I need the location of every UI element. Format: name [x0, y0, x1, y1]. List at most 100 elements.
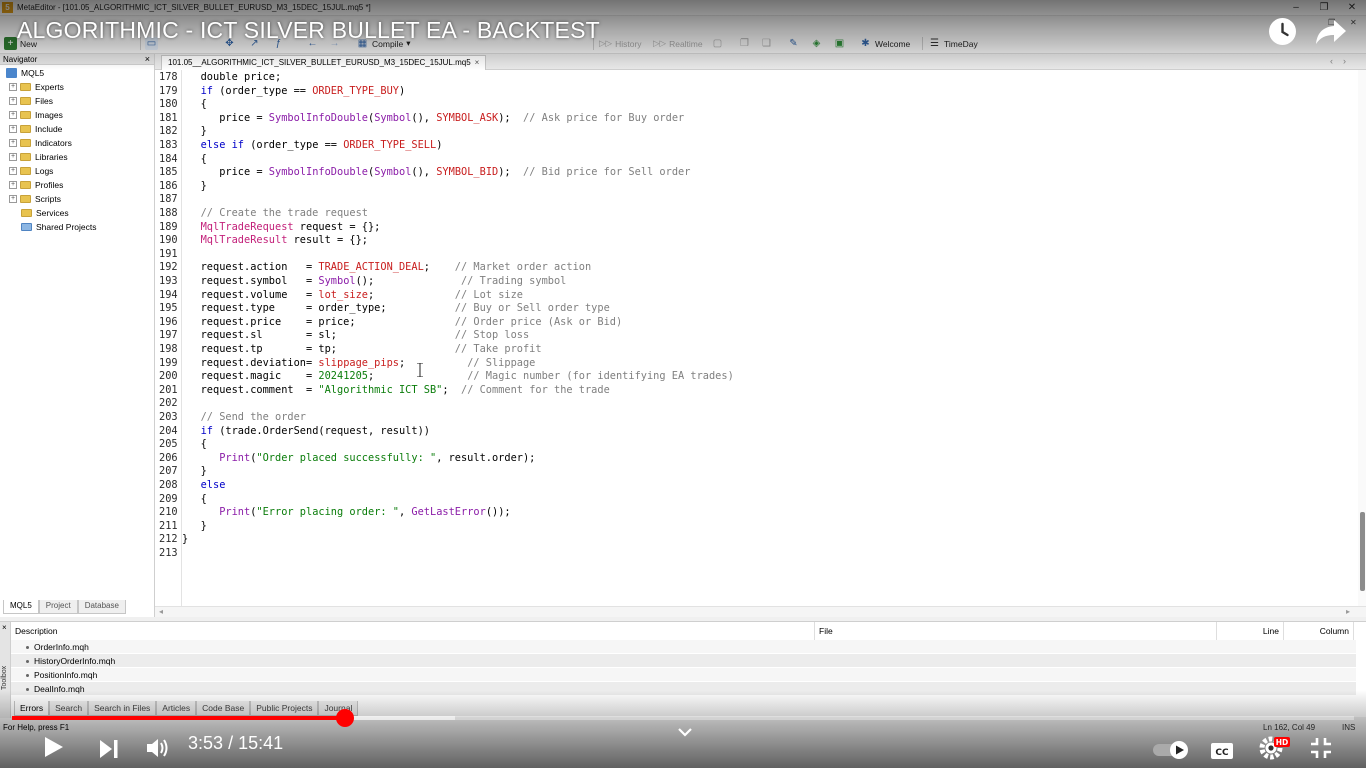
code-token: )	[436, 139, 443, 151]
column-line[interactable]: Line	[1217, 622, 1284, 640]
mdi-close-button[interactable]: ✕	[1350, 18, 1357, 27]
column-column[interactable]: Column	[1284, 622, 1354, 640]
autoplay-toggle[interactable]	[1152, 734, 1192, 766]
tree-item-shared-projects[interactable]: Shared Projects	[21, 220, 96, 234]
tree-root-mql5[interactable]: MQL5	[6, 66, 44, 80]
column-file[interactable]: File	[815, 622, 1217, 640]
tab-project[interactable]: Project	[38, 600, 78, 614]
history-button[interactable]: ▷▷ History	[599, 36, 642, 51]
vertical-scrollbar[interactable]	[1358, 70, 1366, 606]
line-number: 192	[159, 261, 178, 274]
window-title-bar: 5 MetaEditor - [101.05_ALGORITHMIC_ICT_S…	[0, 0, 1366, 16]
tree-item-services[interactable]: Services	[21, 206, 69, 220]
expand-icon[interactable]: +	[9, 111, 17, 119]
line-number: 190	[159, 234, 178, 247]
expand-icon[interactable]: +	[9, 125, 17, 133]
line-number: 186	[159, 179, 178, 192]
code-line: }	[182, 533, 188, 545]
tab-search[interactable]: Search	[49, 701, 89, 716]
tree-item-label: Indicators	[35, 138, 72, 148]
code-token: request.action =	[182, 261, 319, 274]
code-token: MqlTradeResult	[182, 234, 288, 247]
play-button[interactable]	[40, 731, 66, 763]
tab-errors[interactable]: Errors	[14, 701, 50, 716]
table-row[interactable]: HistoryOrderInfo.mqh	[11, 654, 1356, 668]
line-number: 204	[159, 424, 178, 437]
table-row[interactable]: OrderInfo.mqh	[11, 640, 1356, 654]
tree-item-label: Profiles	[35, 180, 64, 190]
copy-button[interactable]: ❐	[738, 36, 751, 51]
terminal-button[interactable]: ▣	[833, 36, 846, 51]
maximize-button[interactable]: ❐	[1316, 1, 1332, 15]
welcome-button[interactable]: ✱ Welcome	[859, 36, 910, 51]
horizontal-scrollbar[interactable]: ◂ ▸	[155, 606, 1366, 617]
close-window-button[interactable]: ✕	[1344, 1, 1360, 15]
expand-icon[interactable]: +	[9, 83, 17, 91]
expand-icon[interactable]: +	[9, 181, 17, 189]
tree-item-libraries[interactable]: + Libraries	[9, 150, 68, 164]
settings-gear-icon[interactable]: HD	[1259, 731, 1291, 763]
new-file-icon: +	[4, 37, 17, 50]
tab-search-in-files[interactable]: Search in Files	[88, 701, 157, 716]
table-row[interactable]: PositionInfo.mqh	[11, 668, 1356, 682]
progress-scrubber-handle[interactable]	[335, 709, 354, 727]
stop-button[interactable]: ▢	[711, 36, 724, 51]
volume-button[interactable]	[145, 732, 171, 764]
scroll-left-icon[interactable]: ◂	[159, 607, 163, 616]
progress-bar[interactable]	[12, 709, 1354, 727]
scroll-thumb[interactable]	[1360, 512, 1365, 591]
tree-item-label: Experts	[35, 82, 64, 92]
code-line: request.symbol = Symbol(); // Trading sy…	[182, 275, 567, 287]
table-row[interactable]: DealInfo.mqh	[11, 682, 1356, 696]
code-token: SymbolInfoDouble	[268, 111, 368, 124]
tab-articles[interactable]: Articles	[156, 701, 197, 716]
expand-icon[interactable]: +	[9, 195, 17, 203]
expand-icon[interactable]: +	[9, 153, 17, 161]
code-line: request.type = order_type; // Buy or Sel…	[182, 302, 610, 314]
code-editor[interactable]: 178 double price; 179 if (order_type == O…	[155, 70, 1366, 606]
tree-item-files[interactable]: + Files	[9, 94, 53, 108]
realtime-button[interactable]: ▷▷ Realtime	[653, 36, 703, 51]
tab-scroll-arrows[interactable]: ‹›	[1330, 56, 1356, 66]
column-description[interactable]: Description	[11, 622, 815, 640]
code-token: ORDER_TYPE_BUY	[312, 84, 399, 97]
tab-mql5[interactable]: MQL5	[3, 600, 39, 614]
navigator-close-button[interactable]: ×	[145, 54, 150, 65]
paste-button[interactable]: ❑	[760, 36, 773, 51]
globe-button[interactable]: ◈	[810, 36, 823, 51]
code-token: (order_type ==	[213, 84, 313, 97]
watch-later-icon[interactable]	[1268, 17, 1297, 46]
tree-item-scripts[interactable]: + Scripts	[9, 192, 61, 206]
subtitles-button[interactable]: CC	[1210, 735, 1234, 767]
next-video-button[interactable]	[97, 733, 121, 765]
terminal-icon: ▣	[834, 38, 845, 49]
line-number: 203	[159, 411, 178, 423]
chevron-down-icon[interactable]	[676, 725, 694, 739]
tree-item-indicators[interactable]: + Indicators	[9, 136, 72, 150]
tree-item-profiles[interactable]: + Profiles	[9, 178, 63, 192]
toolbox-close-button[interactable]: ×	[2, 623, 7, 632]
expand-icon[interactable]: +	[9, 167, 17, 175]
close-tab-icon[interactable]: ×	[475, 58, 480, 67]
expand-icon[interactable]: +	[9, 139, 17, 147]
tab-code-base[interactable]: Code Base	[196, 701, 251, 716]
expand-icon[interactable]: +	[9, 97, 17, 105]
minimize-button[interactable]: –	[1288, 1, 1304, 15]
line-number: 187	[159, 193, 178, 206]
exit-fullscreen-button[interactable]	[1309, 732, 1333, 764]
document-tab[interactable]: 101.05__ALGORITHMIC_ICT_SILVER_BULLET_EU…	[161, 55, 487, 70]
share-icon[interactable]	[1315, 17, 1347, 46]
tree-item-include[interactable]: + Include	[9, 122, 62, 136]
tab-database[interactable]: Database	[77, 600, 126, 614]
code-token: if	[182, 84, 213, 97]
folder-icon	[20, 83, 31, 91]
tree-item-experts[interactable]: + Experts	[9, 80, 64, 94]
tools-button[interactable]: ✎	[787, 36, 800, 51]
tree-item-logs[interactable]: + Logs	[9, 164, 53, 178]
video-title[interactable]: ALGORITHMIC - ICT SILVER BULLET EA - BAC…	[17, 17, 600, 44]
scroll-right-icon[interactable]: ▸	[1346, 607, 1350, 616]
timeday-button[interactable]: ☰ TimeDay	[928, 36, 978, 51]
tab-public-projects[interactable]: Public Projects	[250, 701, 319, 716]
line-number: 211	[159, 519, 178, 532]
tree-item-images[interactable]: + Images	[9, 108, 63, 122]
